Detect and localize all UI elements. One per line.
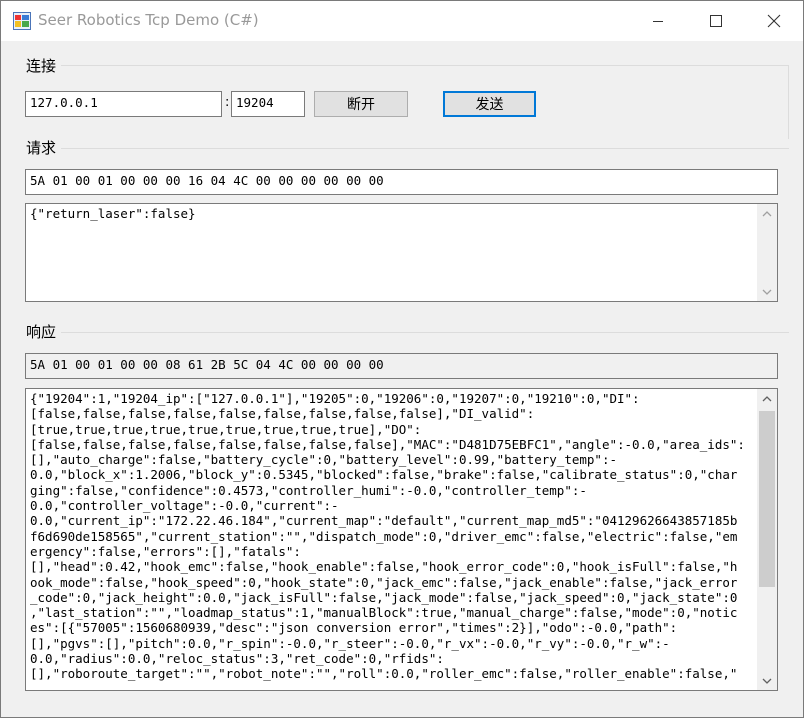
connect-group-border bbox=[61, 65, 788, 66]
minimize-button[interactable] bbox=[629, 1, 687, 41]
response-line: 0.0,"radius":0.0,"reloc_status":3,"ret_c… bbox=[30, 651, 444, 667]
disconnect-button[interactable]: 断开 bbox=[314, 91, 408, 117]
response-line: {"19204":1,"19204_ip":["127.0.0.1"],"192… bbox=[30, 391, 640, 406]
request-group-border bbox=[61, 148, 789, 149]
title-bar[interactable]: Seer Robotics Tcp Demo (C#) bbox=[1, 1, 803, 41]
port-input[interactable]: 19204 bbox=[231, 91, 305, 117]
response-line: 0.0,"controller_voltage":-0.0,"current":… bbox=[30, 498, 339, 514]
response-body-textarea[interactable]: {"19204":1,"19204_ip":["127.0.0.1"],"192… bbox=[25, 388, 778, 691]
scroll-down-button[interactable] bbox=[757, 672, 777, 690]
request-header-input[interactable]: 5A 01 00 01 00 00 00 16 04 4C 00 00 00 0… bbox=[25, 169, 778, 195]
app-icon bbox=[13, 12, 31, 30]
chevron-down-icon bbox=[762, 678, 772, 684]
response-line: [],"auto_charge":false,"battery_cycle":0… bbox=[30, 452, 617, 468]
response-line: [],"pgvs":[],"pitch":0.0,"r_spin":-0.0,"… bbox=[30, 635, 670, 651]
close-icon bbox=[767, 14, 781, 28]
response-line: _code":0,"jack_height":0.0,"jack_isFull"… bbox=[30, 589, 738, 605]
response-line: [false,false,false,false,false,false,fal… bbox=[30, 436, 745, 452]
request-group-label: 请求 bbox=[26, 139, 57, 157]
scrollbar-thumb[interactable] bbox=[759, 411, 775, 587]
chevron-up-icon bbox=[762, 395, 772, 401]
response-body-text: {"19204":1,"19204_ip":["127.0.0.1"],"192… bbox=[30, 391, 745, 682]
response-line: [],"head":0.42,"hook_emc":false,"hook_en… bbox=[30, 559, 738, 575]
chevron-down-icon bbox=[762, 289, 772, 295]
response-group-label: 响应 bbox=[26, 323, 57, 341]
chevron-up-icon bbox=[762, 210, 772, 216]
response-header-field[interactable]: 5A 01 00 01 00 00 08 61 2B 5C 04 4C 00 0… bbox=[25, 353, 778, 379]
maximize-button[interactable] bbox=[687, 1, 745, 41]
response-line: [true,true,true,true,true,true,true,true… bbox=[30, 421, 422, 437]
response-line: 0.0,"current_ip":"172.22.46.184","curren… bbox=[30, 513, 738, 529]
response-line: 0.0,"block_x":1.2006,"block_y":0.5345,"b… bbox=[30, 467, 738, 483]
request-body-text: {"return_laser":false} bbox=[30, 206, 196, 221]
scroll-down-button[interactable] bbox=[757, 283, 777, 301]
send-button[interactable]: 发送 bbox=[443, 91, 536, 117]
scroll-up-button[interactable] bbox=[757, 204, 777, 222]
response-scrollbar[interactable] bbox=[757, 389, 777, 690]
response-line: es":[{"57005":1560680939,"desc":"json co… bbox=[30, 620, 678, 636]
connect-group-label: 连接 bbox=[26, 57, 57, 75]
response-line: f6d690de158565","current_station":"","di… bbox=[30, 528, 738, 544]
response-line: [],"roboroute_target":"","robot_note":""… bbox=[30, 666, 738, 682]
close-button[interactable] bbox=[745, 1, 803, 41]
response-line: ,"last_station":"","loadmap_status":1,"m… bbox=[30, 605, 738, 621]
minimize-icon bbox=[653, 21, 663, 22]
response-line: ging":false,"confidence":0.4573,"control… bbox=[30, 482, 587, 498]
ip-address-input[interactable]: 127.0.0.1 bbox=[25, 91, 222, 117]
connect-group-border-right bbox=[788, 65, 789, 139]
response-group-border bbox=[61, 332, 789, 333]
request-scrollbar[interactable] bbox=[757, 204, 777, 301]
scroll-up-button[interactable] bbox=[757, 389, 777, 407]
main-window: Seer Robotics Tcp Demo (C#) 连接 127.0.0.1… bbox=[0, 0, 804, 718]
response-line: ook_mode":false,"hook_speed":0,"hook_sta… bbox=[30, 574, 738, 590]
ip-port-separator: : bbox=[225, 95, 230, 110]
response-line: ergency":false,"errors":[],"fatals": bbox=[30, 543, 301, 559]
window-title: Seer Robotics Tcp Demo (C#) bbox=[38, 11, 259, 29]
maximize-icon bbox=[710, 15, 722, 27]
response-line: [false,false,false,false,false,false,fal… bbox=[30, 406, 535, 422]
request-body-textarea[interactable]: {"return_laser":false} bbox=[25, 203, 778, 302]
